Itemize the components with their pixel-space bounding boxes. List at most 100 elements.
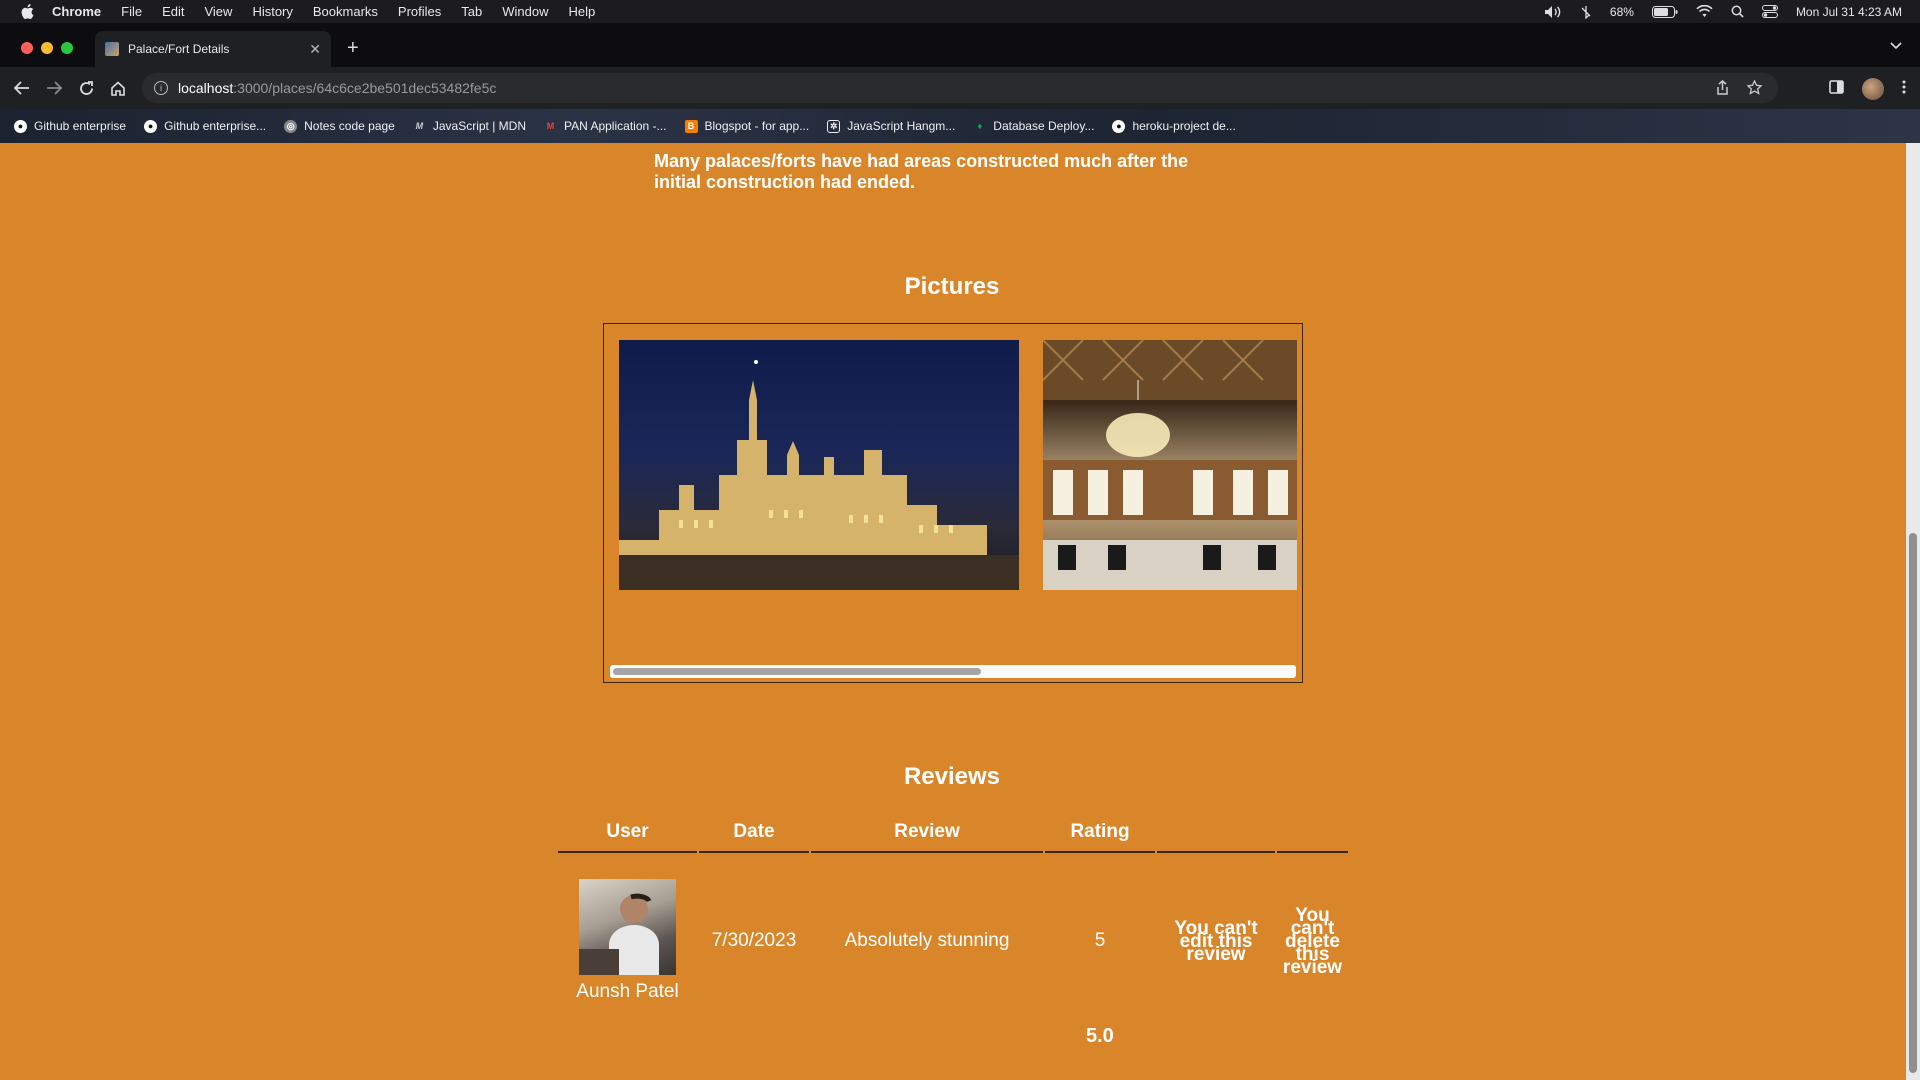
- reviews-header-row: User Date Review Rating: [558, 815, 1348, 853]
- address-bar[interactable]: i localhost:3000/places/64c6ce2be501dec5…: [142, 73, 1778, 103]
- tab-search-chevron-icon[interactable]: [1890, 39, 1902, 53]
- github-icon: ●: [1112, 119, 1126, 133]
- reload-icon[interactable]: [70, 80, 102, 96]
- close-tab-icon[interactable]: ✕: [309, 41, 321, 58]
- menu-tab[interactable]: Tab: [461, 4, 482, 19]
- home-icon[interactable]: [102, 80, 134, 96]
- bookmark-label: Blogspot - for app...: [704, 119, 810, 133]
- bluetooth-off-icon[interactable]: [1580, 5, 1592, 19]
- battery-percent: 68%: [1609, 4, 1634, 19]
- bookmark-item[interactable]: B Blogspot - for app...: [684, 119, 810, 133]
- minimize-window-button[interactable]: [41, 42, 53, 54]
- bookmark-item[interactable]: ♦ Database Deploy...: [973, 119, 1094, 133]
- gmail-icon: M: [546, 121, 555, 131]
- palace-night-photo[interactable]: [619, 340, 1019, 590]
- pictures-heading: Pictures: [904, 273, 1000, 300]
- zoom-window-button[interactable]: [61, 42, 73, 54]
- wifi-icon[interactable]: [1696, 5, 1713, 18]
- github-icon: ●: [144, 119, 158, 133]
- column-header-date: Date: [699, 815, 809, 853]
- menu-view[interactable]: View: [204, 4, 232, 19]
- browser-toolbar: i localhost:3000/places/64c6ce2be501dec5…: [0, 67, 1920, 109]
- bookmark-label: Github enterprise...: [164, 119, 267, 133]
- bookmarks-bar: ● Github enterprise ● Github enterprise.…: [0, 109, 1920, 143]
- reviews-table: User Date Review Rating Aunsh Patel 7/30…: [556, 815, 1350, 1003]
- palace-interior-photo[interactable]: [1043, 340, 1297, 590]
- bookmark-item[interactable]: ● Github enterprise: [14, 119, 126, 133]
- clock[interactable]: Mon Jul 31 4:23 AM: [1796, 5, 1902, 19]
- forward-arrow-icon[interactable]: [38, 81, 70, 95]
- menu-help[interactable]: Help: [569, 4, 596, 19]
- menu-bookmarks[interactable]: Bookmarks: [313, 4, 378, 19]
- globe-icon: ◎: [284, 119, 298, 133]
- mdn-icon: M: [415, 121, 424, 131]
- control-center-icon[interactable]: [1761, 5, 1778, 18]
- url-host: localhost: [178, 80, 234, 96]
- toolbar-right-actions: [1829, 78, 1906, 100]
- bookmark-label: PAN Application -...: [564, 119, 667, 133]
- url-path: :3000/places/64c6ce2be501dec53482fe5c: [233, 80, 497, 96]
- menu-window[interactable]: Window: [502, 4, 548, 19]
- blogger-icon: B: [684, 119, 698, 133]
- window-controls: [21, 42, 73, 54]
- picture-gallery[interactable]: [603, 323, 1303, 683]
- tab-favicon-icon: [105, 42, 119, 56]
- review-text: Absolutely stunning: [844, 930, 1010, 951]
- table-row: Aunsh Patel 7/30/2023 Absolutely stunnin…: [558, 853, 1348, 1003]
- site-info-icon[interactable]: i: [154, 81, 168, 95]
- page-scroll-thumb[interactable]: [1909, 533, 1917, 1073]
- tab-title: Palace/Fort Details: [128, 42, 230, 56]
- gallery-scroll-thumb[interactable]: [613, 668, 981, 675]
- bookmark-label: Github enterprise: [34, 119, 127, 133]
- menu-profiles[interactable]: Profiles: [398, 4, 441, 19]
- menu-edit[interactable]: Edit: [162, 4, 184, 19]
- share-icon[interactable]: [1716, 80, 1729, 98]
- review-rating: 5: [1094, 930, 1106, 951]
- openai-icon: ✲: [827, 119, 841, 133]
- bookmark-label: JavaScript Hangm...: [847, 119, 956, 133]
- macos-menu-bar: Chrome File Edit View History Bookmarks …: [0, 0, 1920, 23]
- review-date: 7/30/2023: [711, 930, 797, 951]
- bookmark-item[interactable]: ● Github enterprise...: [144, 119, 266, 133]
- mongodb-icon: ♦: [977, 121, 983, 131]
- bookmark-label: JavaScript | MDN: [432, 119, 526, 133]
- menu-app-name[interactable]: Chrome: [52, 4, 101, 19]
- column-header-user: User: [558, 815, 697, 853]
- bookmark-item[interactable]: M JavaScript | MDN: [413, 119, 526, 133]
- column-header-edit: [1157, 815, 1275, 853]
- github-icon: ●: [14, 119, 27, 133]
- review-author-name: Aunsh Patel: [576, 981, 679, 1002]
- place-description: Many palaces/forts have had areas constr…: [654, 151, 1189, 192]
- battery-icon[interactable]: [1651, 5, 1678, 18]
- tab-strip: Palace/Fort Details ✕ +: [0, 23, 1920, 67]
- bookmark-item[interactable]: ✲ JavaScript Hangm...: [827, 119, 955, 133]
- bookmark-item[interactable]: ◎ Notes code page: [284, 119, 395, 133]
- column-header-rating: Rating: [1045, 815, 1155, 853]
- bookmark-item[interactable]: ● heroku-project de...: [1112, 119, 1236, 133]
- menu-file[interactable]: File: [121, 4, 142, 19]
- bookmark-label: Notes code page: [304, 119, 395, 133]
- apple-icon[interactable]: [18, 4, 36, 19]
- new-tab-plus-icon[interactable]: +: [347, 37, 359, 60]
- side-panel-icon[interactable]: [1829, 79, 1844, 99]
- address-bar-actions: [1716, 79, 1763, 98]
- spotlight-search-icon[interactable]: [1731, 5, 1744, 18]
- bookmark-item[interactable]: M PAN Application -...: [544, 119, 667, 133]
- reviews-heading: Reviews: [903, 763, 1001, 790]
- volume-icon[interactable]: [1544, 5, 1562, 19]
- gallery-horizontal-scrollbar[interactable]: [610, 665, 1296, 678]
- tab-palace-fort-details[interactable]: Palace/Fort Details ✕: [95, 31, 331, 67]
- bookmark-label: heroku-project de...: [1132, 119, 1236, 133]
- bookmark-star-icon[interactable]: [1746, 79, 1763, 98]
- close-window-button[interactable]: [21, 42, 33, 54]
- kebab-menu-icon[interactable]: [1902, 80, 1906, 99]
- page-vertical-scrollbar[interactable]: [1906, 143, 1920, 1080]
- status-area: 68% Mon Jul 31 4:23 AM: [1544, 5, 1902, 19]
- delete-disabled-note: You can't delete this review: [1282, 904, 1343, 978]
- back-arrow-icon[interactable]: [6, 81, 38, 95]
- profile-avatar[interactable]: [1862, 78, 1884, 100]
- user-avatar: [579, 879, 676, 975]
- column-header-delete: [1277, 815, 1348, 853]
- column-header-review: Review: [811, 815, 1043, 853]
- menu-history[interactable]: History: [252, 4, 292, 19]
